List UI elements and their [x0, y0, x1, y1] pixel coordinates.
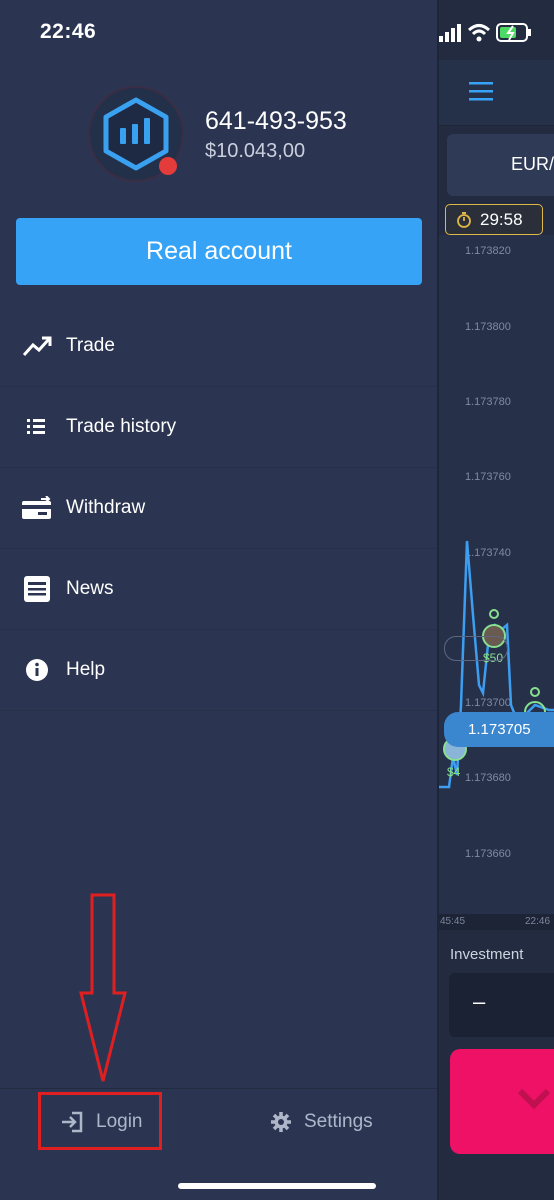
time-end: 22:46 [525, 916, 551, 927]
sell-down-button[interactable] [450, 1049, 554, 1154]
menu-item-news[interactable]: News [0, 549, 437, 630]
info-icon [20, 655, 54, 685]
menu-label: Trade [66, 335, 115, 356]
footer-divider [0, 1088, 437, 1089]
menu-item-trade-history[interactable]: Trade history [0, 387, 437, 468]
menu-label: News [66, 578, 114, 599]
asset-pair-label: EUR/ [511, 154, 554, 174]
investment-input[interactable]: – [449, 973, 554, 1037]
stopwatch-icon [457, 211, 471, 228]
time-axis: 45:45 22:46 [439, 914, 554, 930]
status-time: 22:46 [40, 20, 97, 43]
trend-up-icon [20, 331, 54, 361]
background-trade-screen: EUR/ 29:58 1.173820 1.173800 1.173780 1.… [439, 0, 554, 1200]
current-price: 1.173705 [468, 721, 531, 738]
annotation-highlight-box [38, 1092, 162, 1150]
trade-amount: $4 [447, 765, 461, 779]
home-indicator [178, 1183, 376, 1189]
newspaper-icon [20, 574, 54, 604]
investment-label: Investment [450, 946, 524, 963]
account-number: 641-493-953 [205, 107, 347, 135]
ghost-price-pill [444, 636, 508, 661]
trade-header [439, 60, 554, 126]
drawer-menu: Trade Trade history Withdraw News Help [0, 306, 437, 711]
menu-label: Trade history [66, 416, 177, 437]
status-icons [439, 18, 554, 48]
menu-item-help[interactable]: Help [0, 630, 437, 711]
price-line [439, 540, 554, 789]
menu-item-trade[interactable]: Trade [0, 306, 437, 387]
investment-minus[interactable]: – [473, 989, 485, 1015]
time-start: 45:45 [440, 916, 466, 927]
menu-label: Help [66, 659, 106, 680]
price-chart[interactable]: 1.173820 1.173800 1.173780 1.173760 1.17… [439, 235, 554, 915]
settings-button[interactable]: Settings [270, 1106, 373, 1138]
menu-label: Withdraw [66, 497, 146, 518]
account-avatar[interactable] [88, 86, 184, 182]
gear-icon [271, 1112, 291, 1132]
account-balance: $10.043,00 [205, 140, 306, 162]
card-transfer-icon [20, 493, 54, 523]
list-icon [20, 412, 54, 442]
current-price-pill: 1.173705 [444, 712, 554, 747]
asset-pair-tab[interactable]: EUR/ [447, 134, 554, 196]
menu-item-withdraw[interactable]: Withdraw [0, 468, 437, 549]
side-drawer: 22:46 641-493-953 $10.043,00 Real accoun… [0, 0, 437, 1200]
drawer-edge [437, 0, 439, 1200]
signal-icon [439, 36, 443, 42]
expiry-timer[interactable]: 29:58 [445, 204, 543, 235]
real-account-button[interactable]: Real account [16, 218, 422, 285]
annotation-arrow [79, 893, 127, 1082]
settings-label: Settings [304, 1111, 373, 1132]
timer-value: 29:58 [480, 209, 523, 229]
chevron-down-icon [517, 1088, 551, 1110]
hamburger-icon[interactable] [469, 80, 499, 104]
